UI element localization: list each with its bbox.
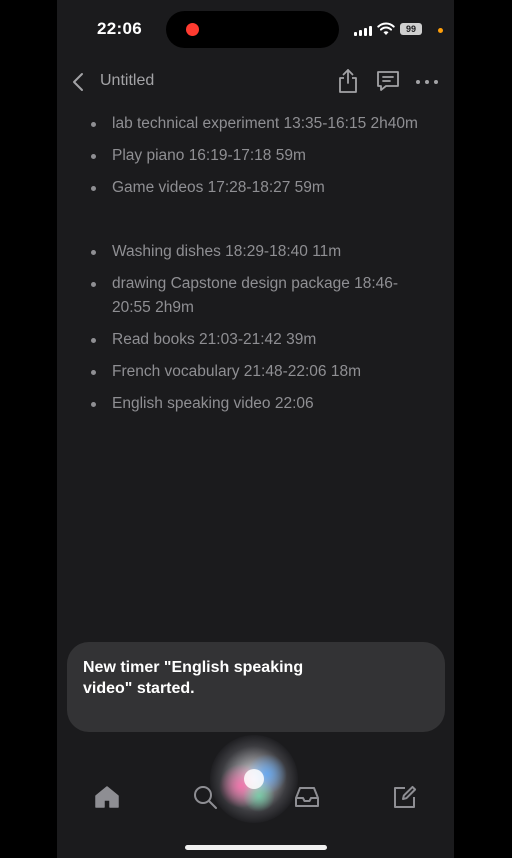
note-bullet-list: lab technical experiment 13:35-16:15 2h4… [87,112,432,424]
battery-indicator: 99 [400,23,422,35]
list-item[interactable]: lab technical experiment 13:35-16:15 2h4… [87,112,432,136]
list-item[interactable]: French vocabulary 21:48-22:06 18m [87,360,432,384]
phone-screen: 22:06 99 Untitled lab technical experime… [57,0,454,858]
empty-line [87,208,432,232]
list-item[interactable]: English speaking video 22:06 [87,392,432,416]
list-item[interactable]: drawing Capstone design package 18:46-20… [87,272,432,320]
home-indicator[interactable] [185,845,327,850]
page-title[interactable]: Untitled [100,72,154,90]
chevron-left-icon[interactable] [69,70,89,94]
list-item[interactable]: Game videos 17:28-18:27 59m [87,176,432,200]
status-time: 22:06 [97,19,142,38]
ellipsis-icon[interactable] [415,72,439,92]
siri-message: New timer "English speaking video" start… [83,659,304,697]
compose-icon[interactable] [391,783,419,811]
dynamic-island [166,11,339,48]
list-item[interactable]: Play piano 16:19-17:18 59m [87,144,432,168]
list-item[interactable]: Washing dishes 18:29-18:40 11m [87,240,432,264]
siri-notification[interactable]: New timer "English speaking video" start… [67,642,445,732]
comment-icon[interactable] [375,69,401,93]
siri-orb-icon[interactable] [209,734,299,824]
cellular-signal-icon [354,26,372,36]
home-icon[interactable] [93,783,121,811]
list-item[interactable]: Read books 21:03-21:42 39m [87,328,432,352]
wifi-icon [377,22,395,35]
share-icon[interactable] [336,68,360,94]
recording-indicator [186,23,199,36]
privacy-indicator [438,28,443,33]
